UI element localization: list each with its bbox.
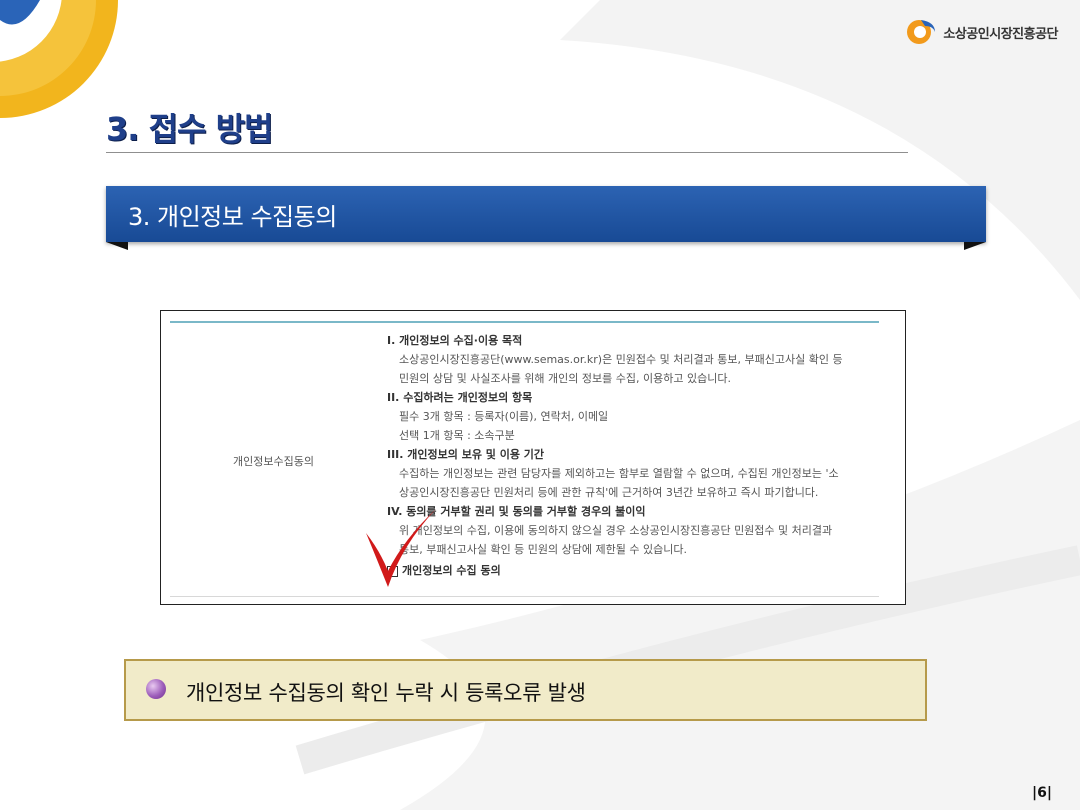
- terms-line: 위 개인정보의 수집, 이용에 동의하지 않으실 경우 소상공인시장진흥공단 민…: [399, 524, 833, 537]
- terms-line: 필수 3개 항목 : 등록자(이름), 연락처, 이메일: [399, 410, 609, 423]
- page-title: 3. 접수 방법: [106, 110, 273, 148]
- terms-line: 상공인시장진흥공단 민원처리 등에 관한 규칙'에 근거하여 3년간 보유하고 …: [399, 486, 819, 499]
- logo-text: 소상공인시장진흥공단: [943, 26, 1058, 42]
- terms-line: 통보, 부패신고사실 확인 등 민원의 상담에 제한될 수 있습니다.: [399, 543, 687, 556]
- terms-heading: II. 수집하려는 개인정보의 항목: [387, 391, 533, 404]
- terms-line: 수집하는 개인정보는 관련 담당자를 제외하고는 함부로 열람할 수 없으며, …: [399, 467, 839, 480]
- consent-terms: I. 개인정보의 수집·이용 목적 소상공인시장진흥공단(www.semas.o…: [387, 331, 887, 581]
- terms-line: 선택 1개 항목 : 소속구분: [399, 429, 515, 442]
- logo-mark-icon: [907, 20, 936, 44]
- consent-agree-row[interactable]: 개인정보의 수집 동의: [387, 561, 887, 581]
- terms-heading: IV. 동의를 거부할 권리 및 동의를 거부할 경우의 불이익: [387, 505, 646, 518]
- terms-line: 소상공인시장진흥공단(www.semas.or.kr)은 민원접수 및 처리결과…: [399, 353, 843, 366]
- title-divider: [106, 152, 908, 153]
- terms-heading: I. 개인정보의 수집·이용 목적: [387, 334, 523, 347]
- form-bottom-border: [170, 596, 879, 597]
- red-check-mark-icon: [366, 509, 436, 587]
- notice-callout: 개인정보 수집동의 확인 누락 시 등록오류 발생: [124, 659, 927, 721]
- consent-row-label: 개인정보수집동의: [233, 455, 314, 468]
- notice-text: 개인정보 수집동의 확인 누락 시 등록오류 발생: [186, 681, 586, 705]
- organization-logo: 소상공인시장진흥공단: [905, 18, 1058, 46]
- section-banner: 3. 개인정보 수집동의: [106, 186, 986, 242]
- terms-line: 민원의 상담 및 사실조사를 위해 개인의 정보를 수집, 이용하고 있습니다.: [399, 372, 731, 385]
- form-top-border: [170, 321, 879, 323]
- page-number: |6|: [1032, 785, 1052, 801]
- banner-fold-right: [964, 242, 986, 250]
- section-title: 3. 개인정보 수집동의: [128, 203, 337, 231]
- terms-heading: III. 개인정보의 보유 및 이용 기간: [387, 448, 545, 461]
- banner-fold-left: [106, 242, 128, 250]
- consent-form-screenshot: 개인정보수집동의 I. 개인정보의 수집·이용 목적 소상공인시장진흥공단(ww…: [160, 310, 906, 605]
- bullet-icon: [146, 679, 166, 699]
